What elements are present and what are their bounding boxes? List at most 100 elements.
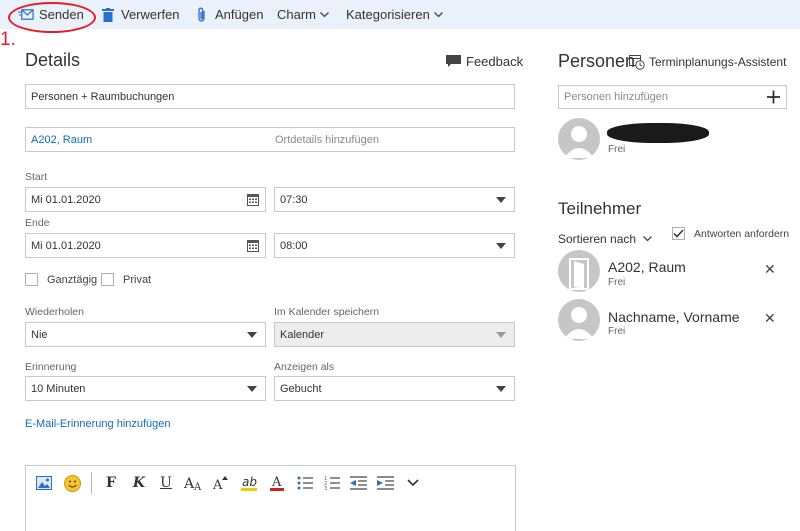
reminder-value: 10 Minuten <box>31 382 86 395</box>
add-people-placeholder: Personen hinzufügen <box>564 91 668 103</box>
end-time-value: 08:00 <box>280 239 308 252</box>
save-in-calendar-label: Im Kalender speichern <box>274 306 380 318</box>
more-options-chevron-icon[interactable] <box>403 472 423 494</box>
attendee-status: Frei <box>608 326 626 337</box>
underline-button[interactable]: U <box>157 472 175 494</box>
discard-label: Verwerfen <box>121 7 180 22</box>
svg-text:A: A <box>193 482 202 491</box>
add-people-input[interactable]: Personen hinzufügen <box>558 85 787 109</box>
svg-text:A: A <box>212 478 223 491</box>
svg-text:A: A <box>271 475 282 490</box>
send-label: Senden <box>39 7 84 22</box>
repeat-label: Wiederholen <box>25 306 84 318</box>
numbered-list-icon[interactable]: 123 <box>322 472 342 494</box>
dropdown-arrow-icon <box>496 196 506 203</box>
reminder-dropdown[interactable]: 10 Minuten <box>25 376 266 401</box>
feedback-label: Feedback <box>466 54 524 69</box>
subject-input[interactable]: Personen + Raumbuchungen <box>25 84 515 109</box>
show-as-value: Gebucht <box>280 382 322 395</box>
dropdown-arrow-icon <box>247 331 257 338</box>
dropdown-arrow-icon <box>247 385 257 392</box>
attach-button[interactable]: Anfügen <box>194 0 263 29</box>
checkmark-icon <box>673 229 684 238</box>
bulleted-list-icon[interactable] <box>295 472 315 494</box>
remove-attendee-icon[interactable]: ✕ <box>764 262 776 276</box>
dropdown-arrow-icon <box>496 331 506 338</box>
request-responses-label: Antworten anfordern <box>694 228 790 240</box>
svg-text:ab: ab <box>242 475 257 489</box>
discard-button[interactable]: Verwerfen <box>100 0 180 29</box>
sort-by-dropdown[interactable]: Sortieren nach <box>558 232 653 246</box>
repeat-value: Nie <box>31 328 48 341</box>
font-size-icon[interactable]: AA <box>183 472 205 494</box>
organizer-status: Frei <box>608 144 626 155</box>
dropdown-arrow-icon <box>496 385 506 392</box>
remove-attendee-icon[interactable]: ✕ <box>764 311 776 325</box>
add-icon[interactable] <box>767 90 780 104</box>
paperclip-icon <box>194 7 210 23</box>
start-time-dropdown[interactable]: 07:30 <box>274 187 515 212</box>
decrease-indent-icon[interactable] <box>348 472 368 494</box>
calendar-icon[interactable] <box>247 239 259 252</box>
subject-value: Personen + Raumbuchungen <box>31 90 175 103</box>
grow-font-icon[interactable]: A <box>211 472 231 494</box>
details-heading: Details <box>25 50 81 70</box>
start-date-value: Mi 01.01.2020 <box>31 193 101 206</box>
send-mail-icon <box>18 7 34 23</box>
command-toolbar: Senden Verwerfen Anfügen Charm Kategoris… <box>0 0 800 29</box>
attach-label: Anfügen <box>215 7 264 22</box>
end-time-dropdown[interactable]: 08:00 <box>274 233 515 258</box>
send-button[interactable]: Senden <box>18 0 84 29</box>
annotation-step-number: 1. <box>0 29 16 50</box>
end-date-input[interactable]: Mi 01.01.2020 <box>25 233 266 258</box>
show-as-label: Anzeigen als <box>274 361 335 373</box>
scheduling-assistant-label: Terminplanungs-Assistent <box>649 55 787 69</box>
location-value: A202, Raum <box>31 133 93 146</box>
charm-button[interactable]: Charm <box>277 0 329 29</box>
sort-by-label: Sortieren nach <box>558 232 637 246</box>
redacted-name <box>607 123 709 143</box>
request-responses-checkbox[interactable] <box>672 227 685 240</box>
attendee-name: A202, Raum <box>608 259 686 275</box>
end-date-value: Mi 01.01.2020 <box>31 239 101 252</box>
dropdown-arrow-icon <box>496 242 506 249</box>
add-email-reminder-link[interactable]: E-Mail-Erinnerung hinzufügen <box>25 418 171 430</box>
location-input[interactable]: A202, Raum Ortdetails hinzufügen <box>25 127 515 152</box>
save-in-calendar-dropdown[interactable]: Kalender <box>274 322 515 347</box>
feedback-icon <box>446 55 461 68</box>
private-checkbox[interactable] <box>101 273 114 286</box>
repeat-dropdown[interactable]: Nie <box>25 322 266 347</box>
emoji-icon[interactable] <box>61 472 83 494</box>
italic-button[interactable]: K <box>130 472 148 494</box>
end-label: Ende <box>25 217 50 229</box>
location-details-placeholder: Ortdetails hinzufügen <box>275 133 379 146</box>
private-label: Privat <box>123 274 152 286</box>
start-label: Start <box>25 171 48 183</box>
calendar-icon[interactable] <box>247 193 259 206</box>
font-color-icon[interactable]: A <box>267 472 287 494</box>
room-avatar <box>558 250 600 292</box>
bold-button[interactable]: F <box>102 472 120 494</box>
show-as-dropdown[interactable]: Gebucht <box>274 376 515 401</box>
start-date-input[interactable]: Mi 01.01.2020 <box>25 187 266 212</box>
increase-indent-icon[interactable] <box>375 472 395 494</box>
charm-label: Charm <box>277 7 317 22</box>
highlight-icon[interactable]: ab <box>239 472 259 494</box>
scheduling-assistant-button[interactable]: Terminplanungs-Assistent <box>629 54 786 70</box>
organizer-avatar <box>558 118 600 160</box>
reminder-label: Erinnerung <box>25 361 77 373</box>
chevron-down-icon <box>643 236 653 242</box>
insert-picture-icon[interactable] <box>34 472 54 494</box>
attendee-status: Frei <box>608 277 626 288</box>
calendar-clock-icon <box>629 54 645 70</box>
all-day-label: Ganztägig <box>47 274 98 286</box>
feedback-button[interactable]: Feedback <box>446 54 523 69</box>
categorize-button[interactable]: Kategorisieren <box>346 0 443 29</box>
chevron-down-icon <box>320 11 329 18</box>
all-day-checkbox[interactable] <box>25 273 38 286</box>
attendee-name: Nachname, Vorname <box>608 309 740 325</box>
svg-text:3: 3 <box>324 486 327 490</box>
save-in-calendar-value: Kalender <box>280 328 325 341</box>
toolbar-separator <box>91 472 92 494</box>
attendees-heading: Teilnehmer <box>558 199 642 218</box>
